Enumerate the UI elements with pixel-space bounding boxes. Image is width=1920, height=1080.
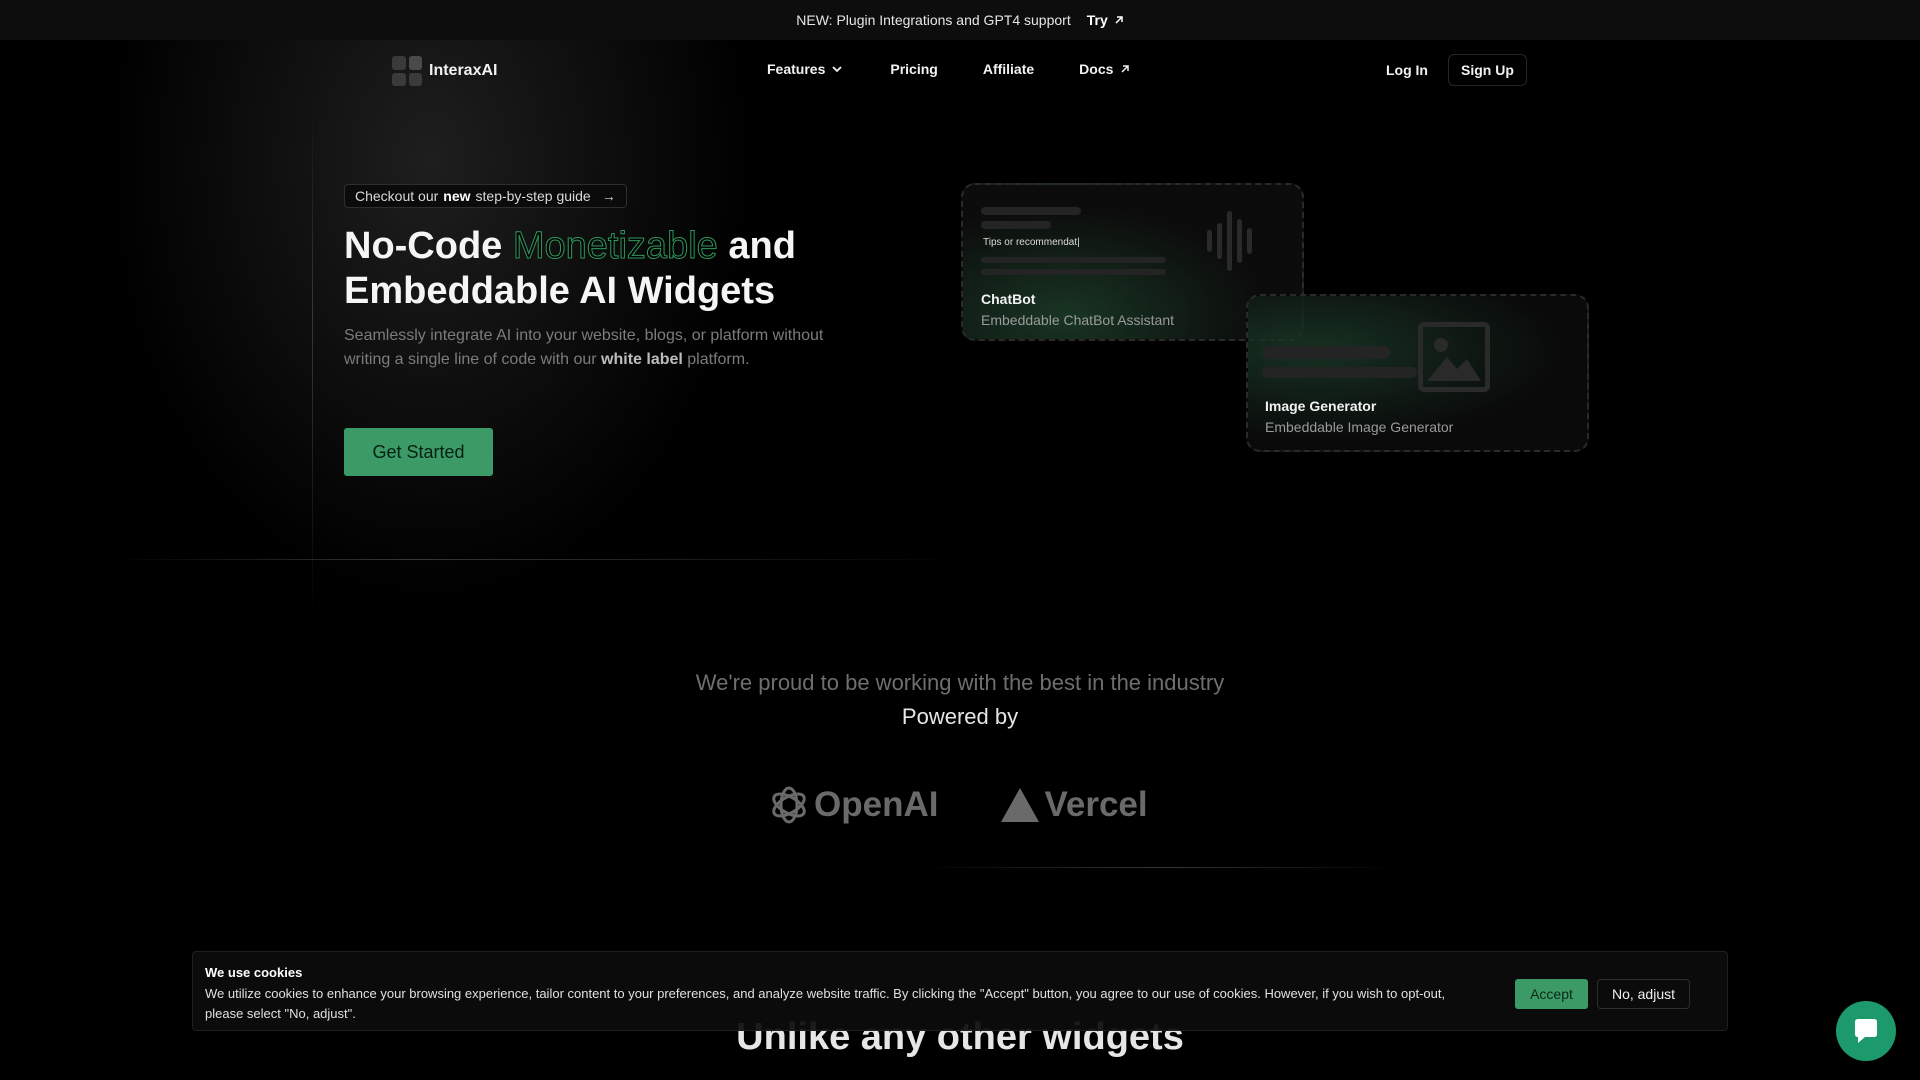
arrow-up-right-icon [1121, 65, 1130, 73]
openai-logo[interactable]: OpenAI [768, 784, 938, 826]
nav-affiliate[interactable]: Affiliate [983, 61, 1034, 77]
announcement-text: NEW: Plugin Integrations and GPT4 suppor… [796, 12, 1071, 28]
hero-title: No-Code Monetizable and Embeddable AI Wi… [344, 224, 796, 314]
chat-launcher-button[interactable] [1836, 1001, 1896, 1061]
cookie-banner: We use cookies We utilize cookies to enh… [192, 951, 1728, 1031]
arrow-up-right-icon [1115, 16, 1123, 24]
vercel-triangle-icon [1001, 788, 1040, 822]
partners-heading: We're proud to be working with the best … [695, 670, 1225, 695]
partner-logos: OpenAI Vercel [768, 784, 1148, 826]
try-label: Try [1086, 12, 1108, 28]
brand-name: InteraxAI [429, 62, 498, 79]
hero-divider-horizontal [110, 559, 970, 560]
nav-pricing[interactable]: Pricing [890, 61, 937, 77]
guide-prefix: Checkout our [355, 188, 439, 204]
chatbot-subtitle: Embeddable ChatBot Assistant [981, 312, 1175, 328]
top-nav: InteraxAI Features Pricing Affiliate Doc… [0, 40, 1920, 102]
image-icon [1418, 322, 1490, 392]
logo[interactable]: InteraxAI [392, 56, 497, 86]
partners-divider [920, 867, 1400, 868]
hero-title-part1: No-Code [344, 225, 503, 267]
chevron-down-icon [832, 66, 842, 73]
guide-suffix: step-by-step guide [475, 188, 591, 204]
arrow-right-icon: → [601, 188, 616, 204]
nav-features-label: Features [767, 61, 826, 77]
hero-title-line2: Embeddable AI Widgets [344, 270, 776, 312]
logo-icon [392, 56, 422, 86]
chat-input-preview: Tips or recommendat| [983, 237, 1080, 248]
placeholder-bar [1262, 346, 1390, 359]
signup-button[interactable]: Sign Up [1448, 54, 1527, 86]
get-started-button[interactable]: Get Started [344, 428, 493, 476]
login-button[interactable]: Log In [1376, 54, 1438, 86]
placeholder-bar [981, 269, 1166, 275]
audio-wave-icon [1207, 211, 1252, 271]
announcement-bar: NEW: Plugin Integrations and GPT4 suppor… [0, 0, 1920, 40]
placeholder-bar [1262, 367, 1417, 378]
guide-bold: new [443, 188, 471, 204]
nav-links: Features Pricing Affiliate Docs [767, 61, 1131, 77]
chatbot-title: ChatBot [981, 291, 1036, 307]
hero-sub-part2: platform. [687, 351, 750, 368]
openai-name: OpenAI [814, 785, 939, 824]
cookie-title: We use cookies [205, 965, 303, 980]
hero-title-part2: and [728, 225, 796, 267]
hero-divider-vertical [312, 110, 313, 620]
hero-sub-part1: Seamlessly integrate AI into your websit… [344, 327, 824, 368]
placeholder-bar [981, 257, 1166, 263]
hero-subtitle: Seamlessly integrate AI into your websit… [344, 324, 824, 372]
adjust-cookies-button[interactable]: No, adjust [1597, 979, 1690, 1009]
nav-docs[interactable]: Docs [1079, 61, 1131, 77]
nav-docs-label: Docs [1079, 61, 1114, 77]
image-generator-subtitle: Embeddable Image Generator [1265, 419, 1454, 435]
try-link[interactable]: Try [1087, 12, 1124, 28]
openai-icon [772, 786, 806, 824]
hero-title-accent: Monetizable [512, 225, 718, 268]
nav-features[interactable]: Features [767, 61, 843, 77]
cookie-text: We utilize cookies to enhance your brows… [205, 986, 1446, 1021]
image-generator-title: Image Generator [1265, 398, 1377, 414]
guide-badge[interactable]: Checkout our new step-by-step guide → [344, 184, 627, 208]
powered-by-label: Powered by [901, 704, 1019, 729]
accept-cookies-button[interactable]: Accept [1515, 979, 1588, 1009]
hero-sub-bold: white label [601, 351, 683, 368]
placeholder-bar [981, 207, 1081, 215]
vercel-name: Vercel [1044, 785, 1148, 824]
vercel-logo[interactable]: Vercel [1000, 785, 1148, 825]
placeholder-bar [981, 221, 1051, 229]
auth-buttons: Log In Sign Up [1376, 54, 1527, 86]
image-generator-widget-card[interactable]: Image Generator Embeddable Image Generat… [1246, 294, 1589, 452]
chat-bubble-icon [1855, 1019, 1877, 1043]
